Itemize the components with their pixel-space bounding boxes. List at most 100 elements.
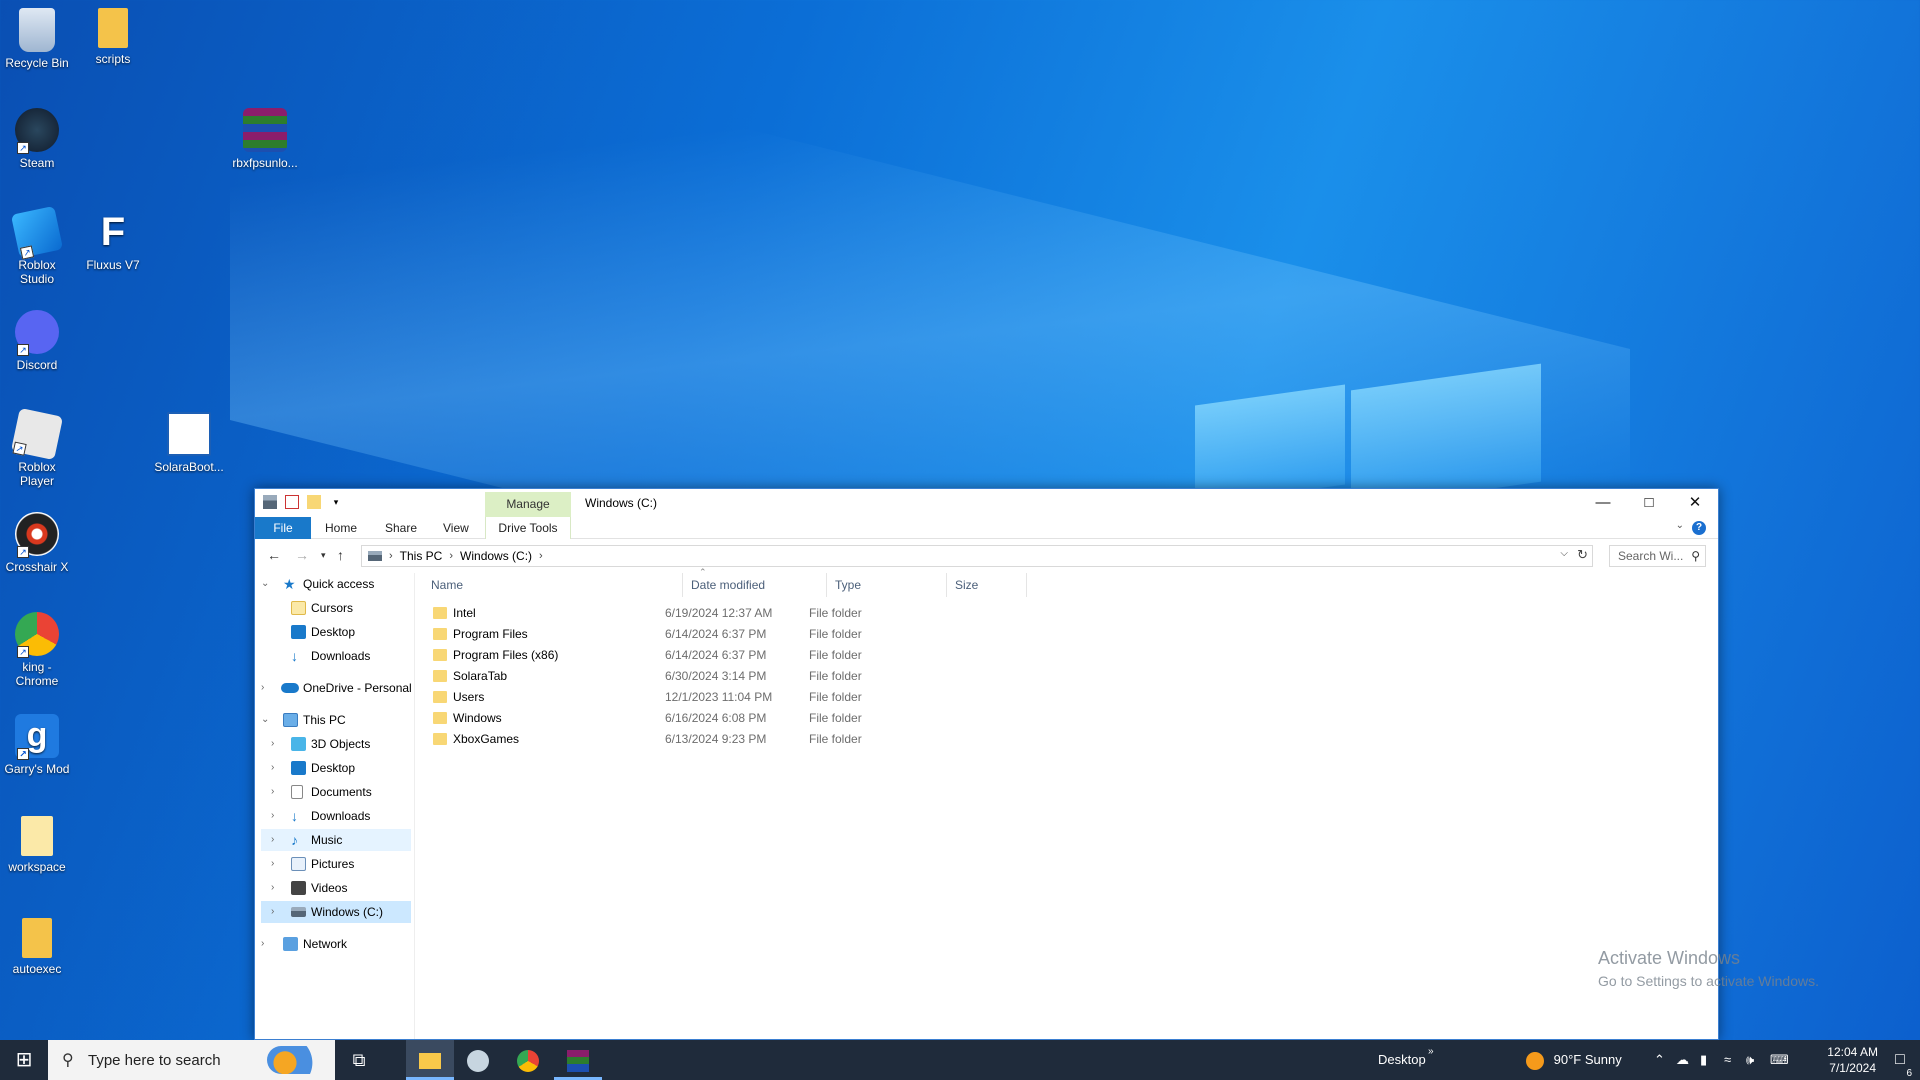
nav-item-downloads-quick[interactable]: ↓ Downloads xyxy=(261,645,411,667)
tab-file[interactable]: File xyxy=(255,517,311,539)
nav-item-downloads[interactable]: › ↓ Downloads xyxy=(261,805,411,827)
taskbar-search-box[interactable]: ⚲ Type here to search xyxy=(48,1040,335,1080)
nav-item-videos[interactable]: › Videos xyxy=(261,877,411,899)
file-row[interactable]: Windows 6/16/2024 6:08 PM File folder xyxy=(433,708,993,729)
help-icon[interactable]: ? xyxy=(1692,521,1706,535)
nav-item-music[interactable]: › ♪ Music xyxy=(261,829,411,851)
nav-quick-access[interactable]: ⌄ ★ Quick access xyxy=(261,573,411,595)
back-arrow-icon[interactable]: ← xyxy=(267,547,281,563)
breadcrumb-separator-icon[interactable]: › xyxy=(539,550,543,562)
desktop-toolbar-label[interactable]: Desktop xyxy=(1378,1040,1426,1080)
desktop-icon-rbxfpsunlocker[interactable]: rbxfpsunlo... xyxy=(228,108,302,170)
breadcrumb-separator-icon[interactable]: › xyxy=(389,550,393,562)
nav-item-windows-c[interactable]: › Windows (C:) xyxy=(261,901,411,923)
keyboard-icon[interactable]: ⌨ xyxy=(1770,1040,1789,1080)
taskbar-file-explorer[interactable] xyxy=(406,1040,454,1080)
column-header-date-modified[interactable]: Date modified xyxy=(683,573,827,597)
minimize-button[interactable]: — xyxy=(1580,489,1626,517)
column-header-size[interactable]: Size xyxy=(947,573,1027,597)
expand-chevron-icon[interactable]: › xyxy=(261,933,273,955)
file-row[interactable]: Users 12/1/2023 11:04 PM File folder xyxy=(433,687,993,708)
desktop-icon-roblox-studio[interactable]: ↗ Roblox Studio xyxy=(0,205,74,286)
close-button[interactable]: ✕ xyxy=(1672,489,1718,517)
address-history-chevron-icon[interactable]: ⌵ xyxy=(1560,548,1568,559)
desktop-icon-roblox-player[interactable]: ↗ Roblox Player xyxy=(0,407,74,488)
expand-chevron-icon[interactable]: › xyxy=(261,677,273,699)
taskbar-steam[interactable] xyxy=(454,1040,502,1080)
nav-item-pictures[interactable]: › Pictures xyxy=(261,853,411,875)
expand-ribbon-icon[interactable]: ⌄ xyxy=(1676,520,1684,531)
taskbar-chrome[interactable] xyxy=(504,1040,552,1080)
up-arrow-icon[interactable]: ↑ xyxy=(337,547,344,563)
expand-chevron-icon[interactable]: › xyxy=(271,901,283,923)
expand-chevron-icon[interactable]: › xyxy=(271,877,283,899)
desktop-icon-recycle-bin[interactable]: Recycle Bin xyxy=(0,8,74,70)
show-hidden-icons-chevron-icon[interactable]: ⌃ xyxy=(1654,1040,1665,1080)
expand-chevron-icon[interactable]: › xyxy=(271,757,283,779)
expand-chevron-icon[interactable]: › xyxy=(271,805,283,827)
nav-item-documents[interactable]: › Documents xyxy=(261,781,411,803)
expand-chevron-icon[interactable]: › xyxy=(271,853,283,875)
file-row[interactable]: Program Files (x86) 6/14/2024 6:37 PM Fi… xyxy=(433,645,993,666)
roblox-studio-icon: ↗ xyxy=(10,205,64,260)
customize-toolbar-icon[interactable]: ▾ xyxy=(329,495,343,509)
nav-item-desktop-quick[interactable]: Desktop xyxy=(261,621,411,643)
desktop-icon-workspace[interactable]: workspace xyxy=(0,816,74,874)
properties-icon[interactable] xyxy=(285,495,299,509)
battery-icon[interactable]: ▮ xyxy=(1700,1040,1707,1080)
desktop-icon-fluxus[interactable]: F Fluxus V7 xyxy=(76,210,150,272)
recent-locations-chevron-icon[interactable]: ▾ xyxy=(321,550,326,561)
tab-view[interactable]: View xyxy=(443,517,469,539)
column-header-type[interactable]: Type xyxy=(827,573,947,597)
desktop-icon-steam[interactable]: ↗ Steam xyxy=(0,108,74,170)
new-folder-icon[interactable] xyxy=(307,495,321,509)
desktop-icon-king-chrome[interactable]: ↗ king - Chrome xyxy=(0,612,74,688)
tab-drive-tools[interactable]: Drive Tools xyxy=(485,517,571,539)
notification-center-button[interactable]: □ 6 xyxy=(1880,1040,1920,1080)
desktop-icon-crosshair-x[interactable]: ↗ Crosshair X xyxy=(0,512,74,574)
collapse-chevron-icon[interactable]: ⌄ xyxy=(261,573,273,595)
collapse-chevron-icon[interactable]: ⌄ xyxy=(261,709,273,731)
breadcrumb-this-pc[interactable]: This PC xyxy=(400,549,443,563)
file-row[interactable]: SolaraTab 6/30/2024 3:14 PM File folder xyxy=(433,666,993,687)
wifi-icon[interactable]: ≈ xyxy=(1724,1040,1731,1080)
desktop-icon-autoexec[interactable]: autoexec xyxy=(0,918,74,976)
nav-network[interactable]: › Network xyxy=(261,933,411,955)
start-button[interactable]: ⊞ xyxy=(0,1040,48,1080)
nav-onedrive[interactable]: › OneDrive - Personal xyxy=(261,677,412,699)
taskbar-winrar[interactable] xyxy=(554,1040,602,1080)
file-row[interactable]: Intel 6/19/2024 12:37 AM File folder xyxy=(433,603,993,624)
tab-share[interactable]: Share xyxy=(385,517,417,539)
nav-this-pc[interactable]: ⌄ This PC xyxy=(261,709,411,731)
onedrive-cloud-icon[interactable]: ☁ xyxy=(1676,1040,1689,1080)
desktop-icon-solarabootstrapper[interactable]: SolaraBoot... xyxy=(152,412,226,474)
desktop-icon-scripts[interactable]: scripts xyxy=(76,8,150,66)
column-header-name[interactable]: Name xyxy=(423,573,683,597)
tab-manage[interactable]: Manage xyxy=(485,492,571,517)
file-row[interactable]: XboxGames 6/13/2024 9:23 PM File folder xyxy=(433,729,993,750)
weather-widget[interactable]: 90°F Sunny xyxy=(1526,1040,1622,1080)
task-view-button[interactable]: ⧉ xyxy=(335,1040,383,1080)
file-row[interactable]: Program Files 6/14/2024 6:37 PM File fol… xyxy=(433,624,993,645)
nav-item-desktop[interactable]: › Desktop xyxy=(261,757,411,779)
desktop-icon-discord[interactable]: ↗ Discord xyxy=(0,310,74,372)
breadcrumb-separator-icon[interactable]: › xyxy=(449,550,453,562)
forward-arrow-icon[interactable]: → xyxy=(295,547,309,563)
nav-item-cursors[interactable]: Cursors xyxy=(261,597,411,619)
maximize-button[interactable]: □ xyxy=(1626,489,1672,517)
refresh-icon[interactable]: ↻ xyxy=(1577,547,1588,563)
nav-item-3d-objects[interactable]: › 3D Objects xyxy=(261,733,411,755)
file-type: File folder xyxy=(809,606,862,620)
search-input[interactable]: Search Wi... ⚲ xyxy=(1609,545,1706,567)
clock[interactable]: 12:04 AM 7/1/2024 xyxy=(1827,1044,1878,1076)
breadcrumb-windows-c[interactable]: Windows (C:) xyxy=(460,549,532,563)
expand-chevron-icon[interactable]: › xyxy=(271,829,283,851)
expand-chevron-icon[interactable]: › xyxy=(271,733,283,755)
expand-chevron-icon[interactable]: › xyxy=(271,781,283,803)
volume-icon[interactable]: 🕪 xyxy=(1746,1040,1754,1080)
title-bar[interactable]: ▾ Manage Windows (C:) — □ ✕ xyxy=(255,489,1718,517)
desktop-icon-garrys-mod[interactable]: g ↗ Garry's Mod xyxy=(0,714,74,776)
address-bar[interactable]: › This PC › Windows (C:) › ⌵ ↻ xyxy=(361,545,1593,567)
toolbar-overflow-icon[interactable]: » xyxy=(1428,1032,1434,1072)
tab-home[interactable]: Home xyxy=(325,517,357,539)
